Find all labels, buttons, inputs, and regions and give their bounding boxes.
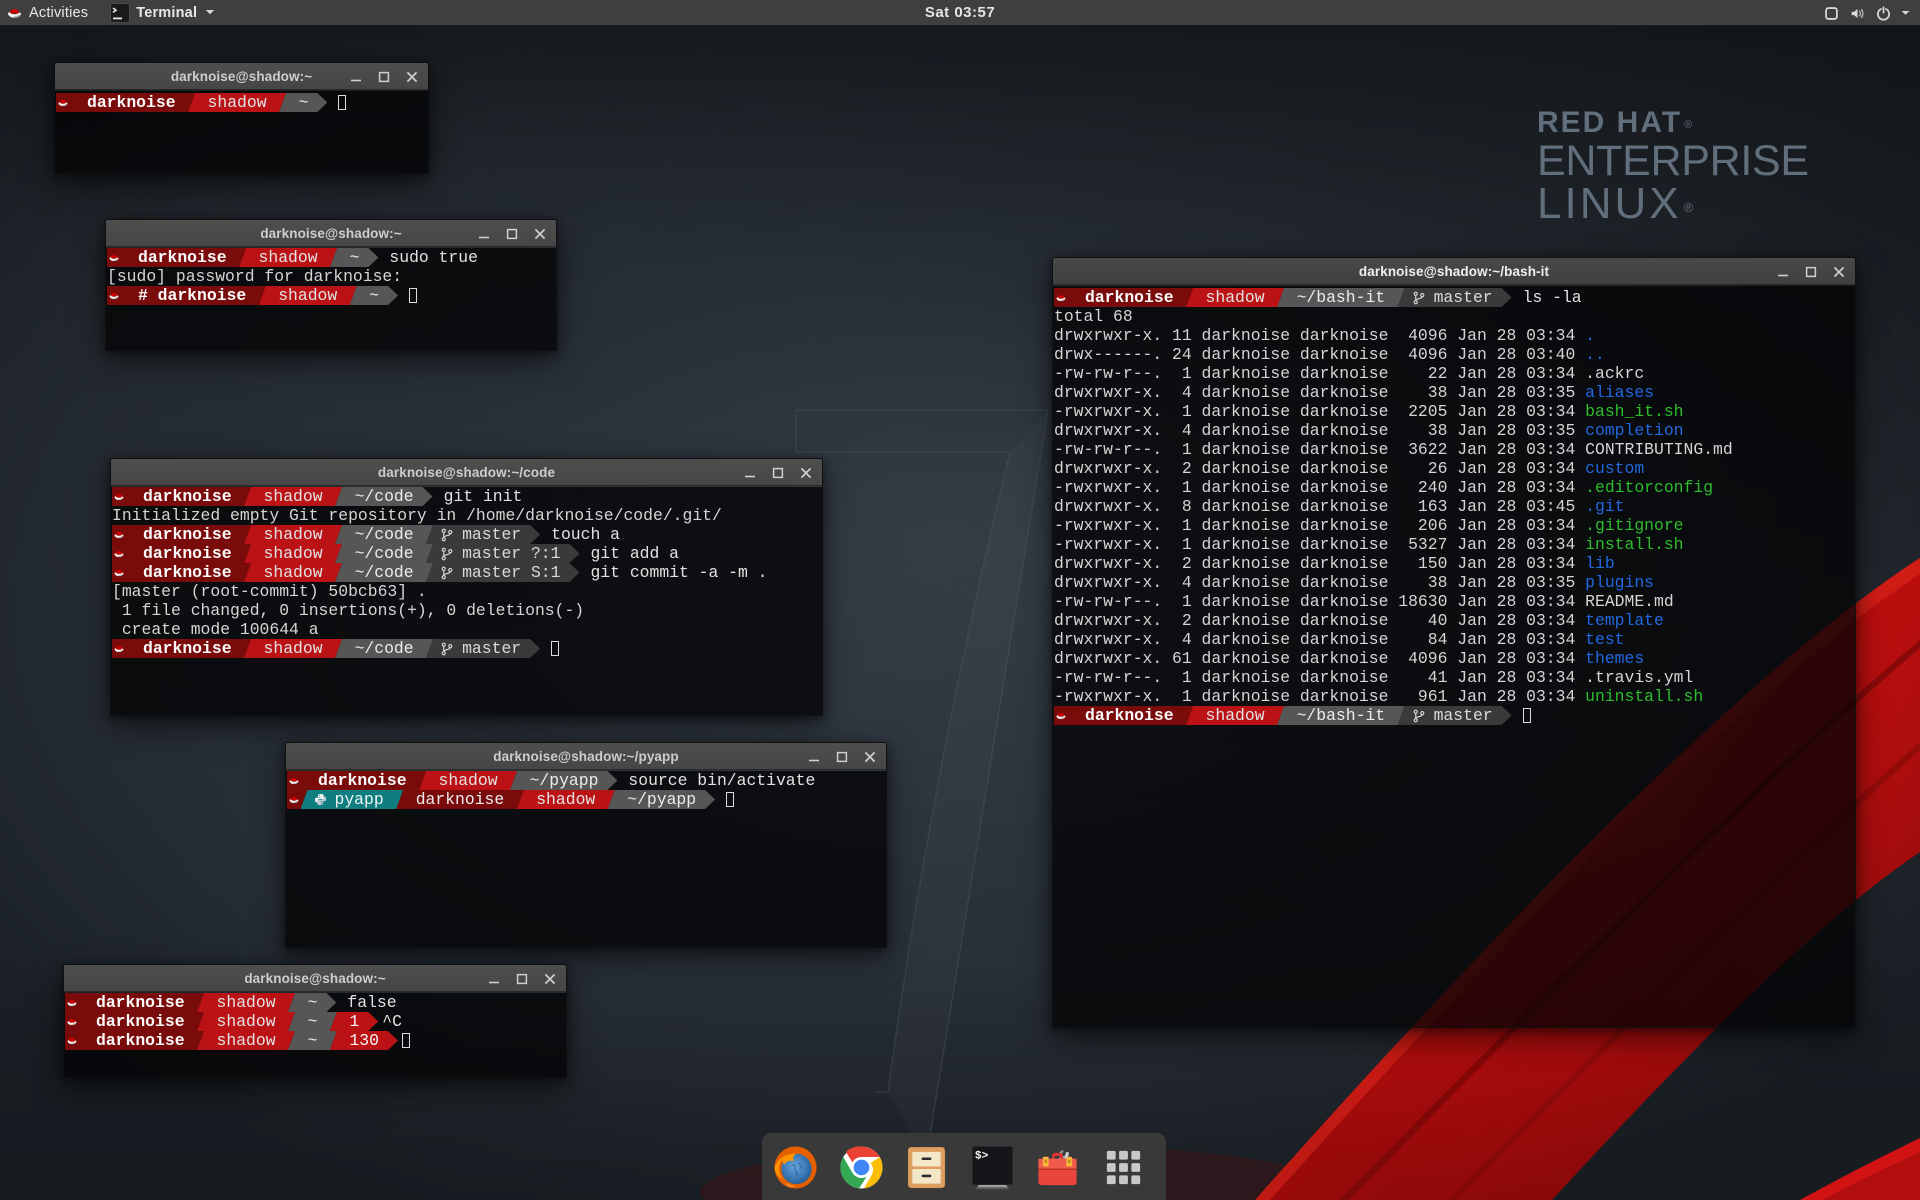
svg-text:$>: $> — [974, 1151, 988, 1163]
